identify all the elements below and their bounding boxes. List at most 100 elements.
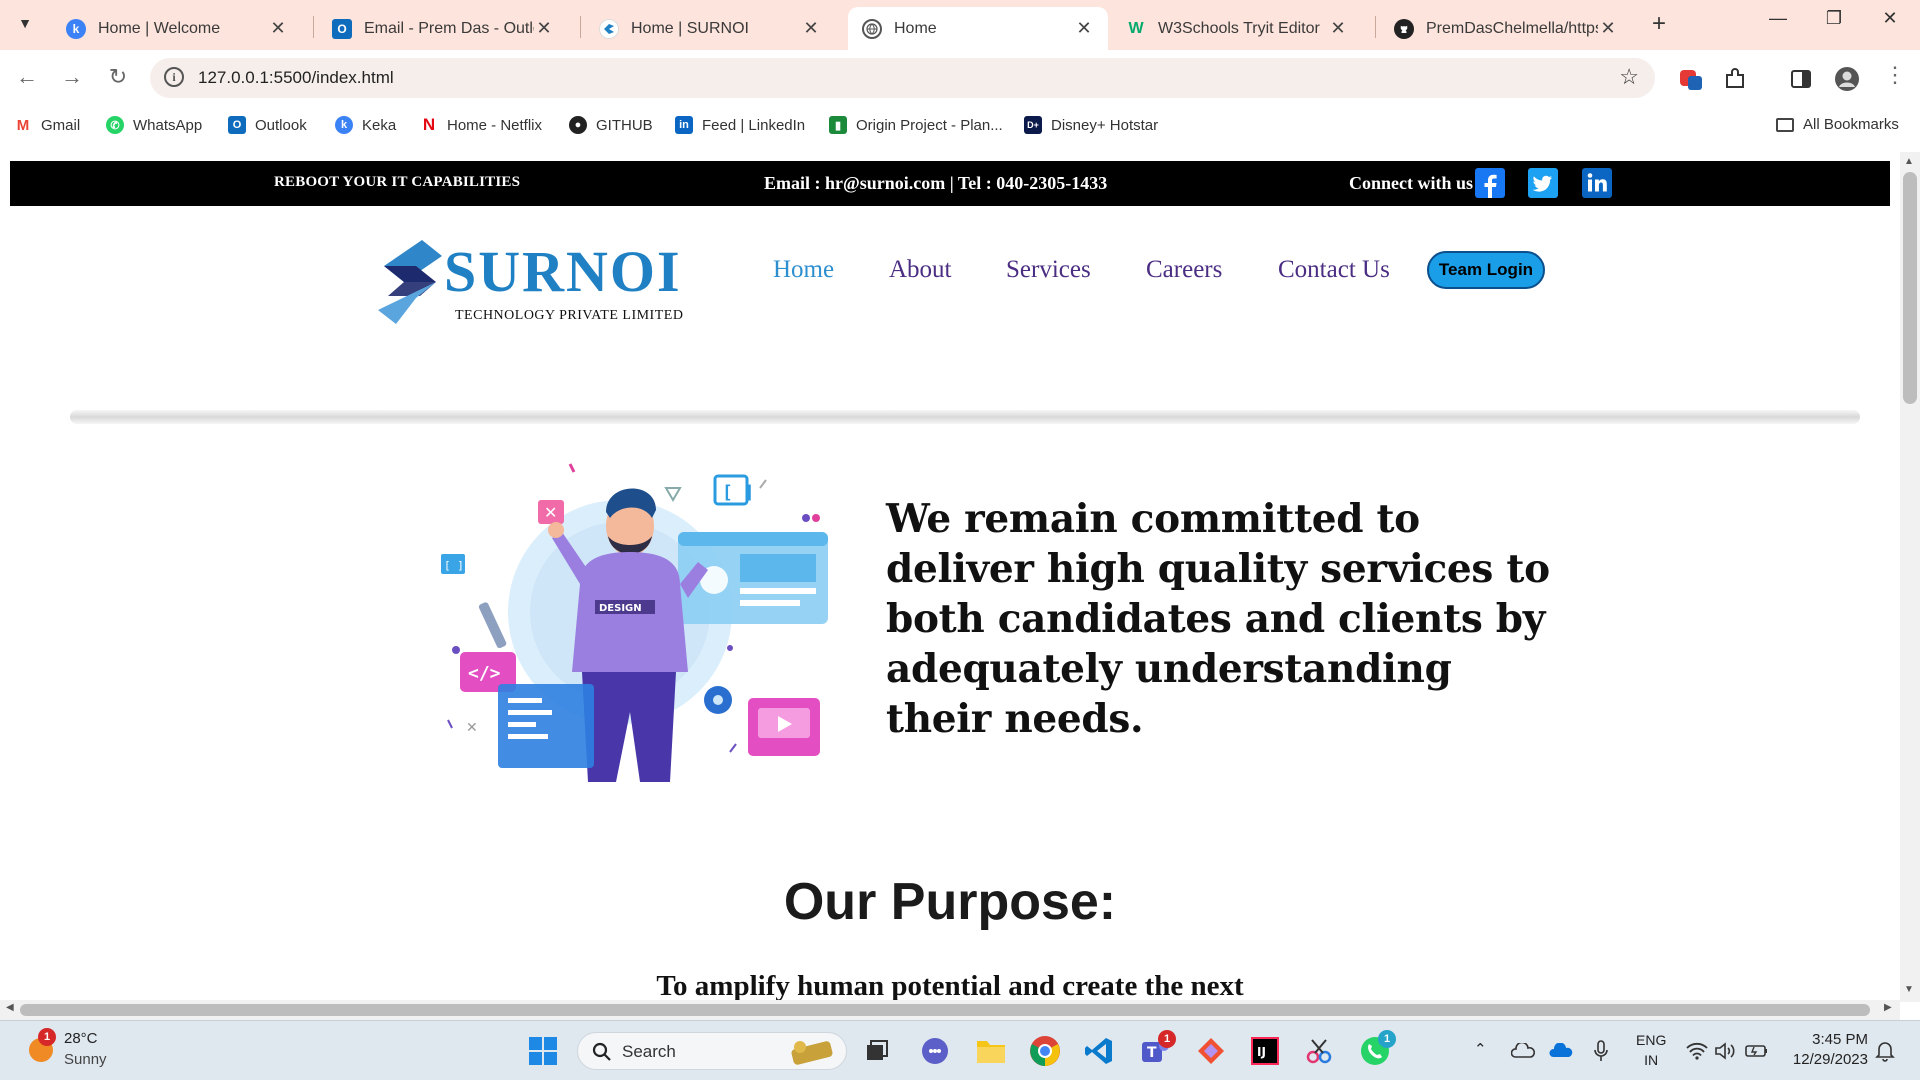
scroll-right-arrow-icon[interactable]: ▶ [1884, 1002, 1892, 1013]
taskbar-search-label: Search [622, 1042, 676, 1061]
tab-w3schools[interactable]: W W3Schools Tryit Editor ✕ [1112, 7, 1362, 50]
close-tab-icon[interactable]: ✕ [801, 18, 821, 39]
side-panel-icon[interactable] [1788, 66, 1814, 92]
close-tab-icon[interactable]: ✕ [1328, 18, 1348, 39]
tab-home-active[interactable]: Home ✕ [848, 7, 1108, 50]
taskbar-clock[interactable]: 3:45 PM 12/29/2023 [1786, 1030, 1868, 1070]
bookmark-star-icon[interactable]: ☆ [1619, 64, 1639, 90]
onedrive-personal-icon[interactable] [1506, 1034, 1540, 1068]
svg-text:✕: ✕ [466, 719, 478, 735]
svg-text:[ ]: [ ] [722, 482, 755, 503]
tab-home-welcome[interactable]: k Home | Welcome ✕ [52, 7, 302, 50]
bookmark-netflix[interactable]: N Home - Netflix [420, 115, 542, 134]
git-kraken-icon[interactable] [1194, 1034, 1228, 1068]
twitter-icon[interactable] [1528, 168, 1558, 198]
bookmark-gmail[interactable]: M Gmail [14, 116, 80, 134]
windows-start-icon[interactable] [526, 1034, 560, 1068]
search-icon [592, 1042, 611, 1061]
restore-icon[interactable]: ❐ [1814, 8, 1854, 29]
vertical-scroll-thumb[interactable] [1903, 172, 1917, 404]
profile-avatar[interactable] [1834, 66, 1860, 92]
bookmark-keka[interactable]: k Keka [335, 116, 396, 134]
scroll-down-arrow-icon[interactable]: ▼ [1904, 984, 1914, 995]
origin-project-icon: ▮ [829, 116, 847, 134]
volume-icon[interactable] [1708, 1034, 1742, 1068]
bookmark-hotstar[interactable]: D+ Disney+ Hotstar [1024, 116, 1158, 134]
close-tab-icon[interactable]: ✕ [534, 18, 554, 39]
taskbar-search[interactable]: Search [577, 1032, 847, 1070]
bookmark-linkedin[interactable]: in Feed | LinkedIn [675, 116, 805, 134]
nav-home[interactable]: Home [773, 256, 834, 284]
chrome-icon[interactable] [1028, 1034, 1062, 1068]
battery-icon[interactable] [1740, 1034, 1774, 1068]
chat-meet-icon[interactable] [918, 1034, 952, 1068]
tab-github[interactable]: PremDasChelmella/https- ✕ [1380, 7, 1632, 50]
svg-text:✕: ✕ [544, 503, 557, 522]
bookmark-outlook[interactable]: O Outlook [228, 116, 307, 134]
linkedin-icon[interactable] [1582, 168, 1612, 198]
close-tab-icon[interactable]: ✕ [1598, 18, 1618, 39]
facebook-icon[interactable] [1475, 168, 1505, 198]
close-tab-icon[interactable]: ✕ [268, 18, 288, 39]
folder-icon [1776, 117, 1794, 132]
microphone-icon[interactable] [1584, 1034, 1618, 1068]
nav-about[interactable]: About [889, 256, 952, 284]
file-explorer-icon[interactable] [974, 1034, 1008, 1068]
github-icon [1394, 18, 1414, 39]
svg-text:</>: </> [468, 663, 501, 684]
weather-temperature[interactable]: 28°C [64, 1030, 98, 1047]
vscode-icon[interactable] [1082, 1034, 1116, 1068]
address-url[interactable]: 127.0.0.1:5500/index.html [198, 68, 394, 88]
tab-search-chevron-icon[interactable]: ▼ [10, 8, 40, 38]
all-bookmarks[interactable]: All Bookmarks [1776, 116, 1899, 133]
svg-text:T: T [1147, 1045, 1157, 1061]
browser-menu-icon[interactable]: ⋮ [1880, 62, 1910, 88]
site-info-icon[interactable]: i [164, 67, 184, 87]
bookmark-origin-project[interactable]: ▮ Origin Project - Plan... [829, 116, 1003, 134]
globe-icon [862, 18, 882, 39]
snipping-tool-icon[interactable] [1302, 1034, 1336, 1068]
language-indicator[interactable]: ENG IN [1636, 1030, 1666, 1070]
onedrive-icon[interactable] [1544, 1034, 1578, 1068]
reload-icon[interactable]: ↻ [103, 64, 133, 90]
scroll-up-arrow-icon[interactable]: ▲ [1904, 156, 1914, 167]
whatsapp-badge: 1 [1378, 1030, 1396, 1048]
tab-outlook-email[interactable]: O Email - Prem Das - Outlook ✕ [318, 7, 568, 50]
hero-statement: We remain committed to deliver high qual… [886, 496, 1550, 742]
windows-taskbar [0, 1020, 1920, 1080]
task-view-icon[interactable] [860, 1034, 894, 1068]
extension-colorful-icon[interactable] [1678, 66, 1704, 92]
tab-separator [580, 16, 581, 38]
scroll-left-arrow-icon[interactable]: ◀ [6, 1002, 14, 1013]
notification-bell-icon[interactable] [1868, 1034, 1902, 1068]
close-tab-icon[interactable]: ✕ [1074, 18, 1094, 39]
show-hidden-icons-chevron-icon[interactable]: ⌃ [1474, 1040, 1487, 1058]
surnoi-logo-icon [378, 240, 442, 324]
tab-home-surnoi[interactable]: Home | SURNOI ✕ [585, 7, 835, 50]
nav-contact-us[interactable]: Contact Us [1278, 256, 1390, 284]
logo-subtitle: TECHNOLOGY PRIVATE LIMITED [455, 308, 684, 323]
whatsapp-icon: ✆ [106, 116, 124, 134]
horizontal-scrollbar[interactable]: ◀ ▶ [0, 1000, 1900, 1020]
site-topbar: REBOOT YOUR IT CAPABILITIES Email : hr@s… [10, 161, 1890, 206]
minimize-icon[interactable]: — [1758, 8, 1798, 29]
address-bar[interactable]: i 127.0.0.1:5500/index.html ☆ [150, 58, 1655, 98]
extensions-puzzle-icon[interactable] [1722, 66, 1748, 92]
horizontal-scroll-thumb[interactable] [20, 1004, 1870, 1016]
site-logo[interactable]: SURNOI TECHNOLOGY PRIVATE LIMITED [376, 238, 706, 328]
design-badge: DESIGN [599, 603, 642, 614]
logo-wordmark: SURNOI [444, 239, 682, 304]
bookmark-whatsapp[interactable]: ✆ WhatsApp [106, 116, 202, 134]
back-icon[interactable]: ← [12, 64, 42, 90]
close-window-icon[interactable]: ✕ [1870, 8, 1910, 29]
bookmark-github[interactable]: ● GITHUB [569, 116, 653, 134]
github-icon: ● [569, 116, 587, 134]
team-login-button[interactable]: Team Login [1427, 251, 1545, 289]
weather-description[interactable]: Sunny [64, 1051, 107, 1068]
new-tab-icon[interactable]: + [1652, 10, 1666, 38]
forward-icon[interactable]: → [57, 64, 87, 90]
vertical-scrollbar[interactable]: ▲ ▼ [1900, 152, 1920, 1002]
nav-careers[interactable]: Careers [1146, 256, 1222, 284]
nav-services[interactable]: Services [1006, 256, 1091, 284]
intellij-icon[interactable]: IJ [1248, 1034, 1282, 1068]
